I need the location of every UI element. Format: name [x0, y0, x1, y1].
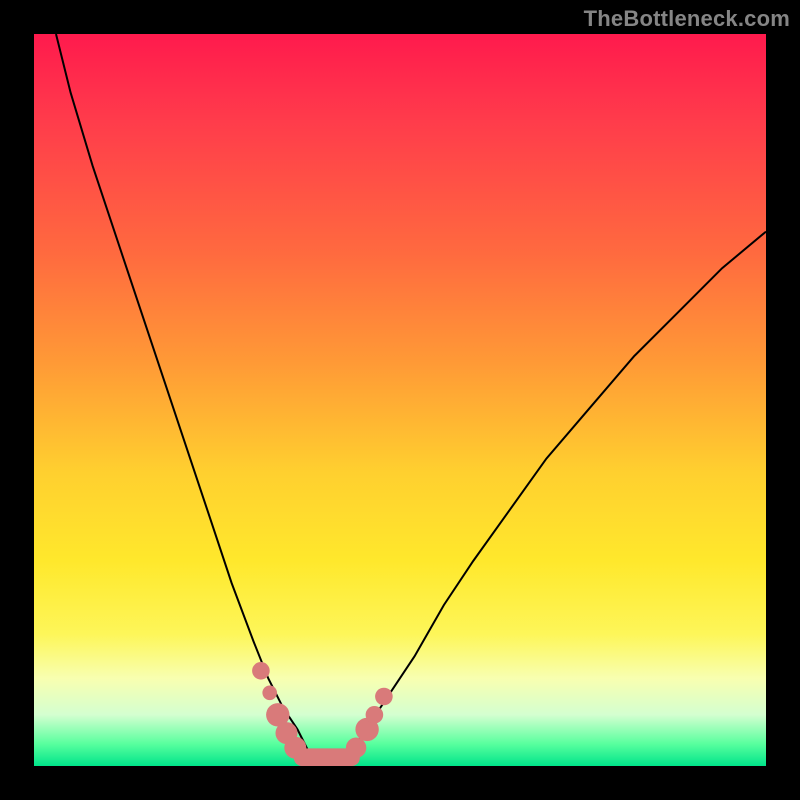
highlight-dot	[375, 688, 393, 706]
highlight-dot	[346, 738, 366, 758]
outer-frame: TheBottleneck.com	[0, 0, 800, 800]
watermark-text: TheBottleneck.com	[584, 6, 790, 32]
highlight-dot	[262, 686, 277, 701]
highlight-dot	[252, 662, 270, 680]
chart-svg	[34, 34, 766, 766]
highlight-markers	[252, 662, 393, 759]
highlight-dot	[366, 706, 384, 724]
plot-area	[34, 34, 766, 766]
highlight-dot	[284, 737, 306, 759]
bottleneck-curve	[56, 34, 766, 766]
